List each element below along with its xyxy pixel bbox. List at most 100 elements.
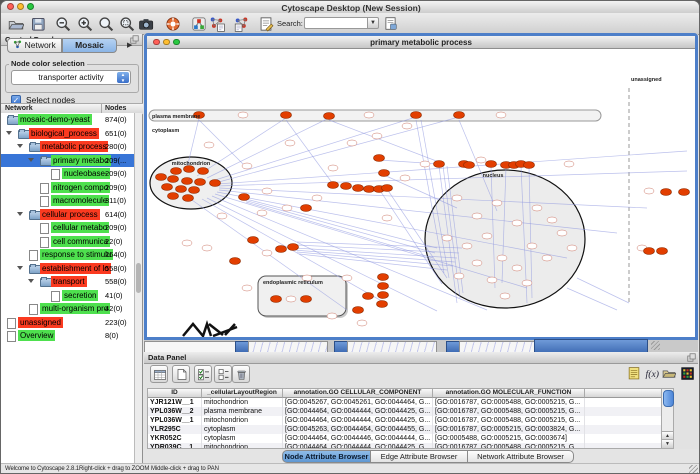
network-node[interactable] (420, 161, 430, 167)
tree-row[interactable]: establishment of lo558(0) (1, 262, 134, 276)
notes-icon[interactable] (626, 365, 642, 381)
table-row[interactable]: YPL036W__1mitochondrion[GO:0044464, GO:0… (148, 416, 661, 425)
network-node[interactable] (400, 175, 410, 181)
table-cell[interactable]: YKR052C (148, 434, 202, 443)
network-node-selected[interactable] (210, 180, 221, 187)
network-node[interactable] (202, 245, 212, 251)
tree-row[interactable]: metabolic process280(0) (1, 140, 134, 154)
network-node-selected[interactable] (328, 182, 339, 189)
tree-scrollbar[interactable] (134, 113, 142, 474)
column-header[interactable]: _cellularLayoutRegion (202, 389, 283, 398)
network-node-selected[interactable] (198, 168, 209, 175)
attribute-matrix-icon[interactable] (679, 365, 695, 381)
table-cell[interactable]: mitochondrion (202, 443, 283, 449)
view-resize-grip[interactable] (651, 341, 660, 350)
network-node-selected[interactable] (281, 112, 292, 119)
network-node-selected[interactable] (176, 186, 187, 193)
network-node-selected[interactable] (248, 237, 259, 244)
network-node[interactable] (347, 140, 357, 146)
table-cell[interactable]: plasma membrane (202, 407, 283, 416)
network-node[interactable] (454, 273, 464, 279)
tree-row-label[interactable]: multi-organism pro (40, 303, 110, 314)
table-cell[interactable]: [GO:0016787, GO:0005488, GO:0005215, G..… (433, 407, 585, 416)
create-attribute-icon[interactable] (172, 365, 190, 383)
network-node-selected[interactable] (288, 244, 299, 251)
table-cell[interactable]: cytoplasm (202, 434, 283, 443)
network-node[interactable] (257, 210, 267, 216)
network-node-selected[interactable] (171, 168, 182, 175)
tree-row-label[interactable]: Overview (18, 330, 55, 341)
tree-row[interactable]: nucleobase-209(0) (1, 167, 134, 181)
network-node-selected[interactable] (434, 161, 445, 168)
network-node-selected[interactable] (378, 274, 389, 281)
table-scrollbar-thumb[interactable] (663, 390, 674, 407)
tree-row-label[interactable]: macromolecule (51, 195, 109, 206)
tree-row[interactable]: biological_process651(0) (1, 127, 134, 141)
network-node[interactable] (522, 280, 532, 286)
network-node[interactable] (472, 213, 482, 219)
network-node[interactable] (492, 200, 502, 206)
table-cell[interactable]: mitochondrion (202, 398, 283, 407)
table-cell[interactable]: YLR295C (148, 425, 202, 434)
table-cell[interactable]: YDR039C__1 (148, 443, 202, 449)
tree-row-label[interactable]: metabolic process (40, 141, 108, 152)
disclosure-triangle-icon[interactable] (28, 279, 34, 283)
tree-row-label[interactable]: cellular process (40, 209, 100, 220)
network-node[interactable] (204, 142, 214, 148)
tab-node-attribute-browser[interactable]: Node Attribute Browser (282, 450, 371, 463)
tree-row[interactable]: cellular process614(0) (1, 208, 134, 222)
save-session-icon[interactable] (29, 15, 46, 32)
tree-row-label[interactable]: primary metabo (51, 155, 111, 166)
network-node-selected[interactable] (364, 186, 375, 193)
zoom-out-icon[interactable] (54, 15, 71, 32)
network-node[interactable] (402, 123, 412, 129)
network-node[interactable] (442, 235, 452, 241)
network-node-selected[interactable] (301, 296, 312, 303)
network-node[interactable] (564, 161, 574, 167)
network-node-selected[interactable] (183, 195, 194, 202)
tree-row-label[interactable]: cellular metabo (51, 222, 109, 233)
table-cell[interactable]: [GO:0045267, GO:0045261, GO:0044464, G..… (283, 398, 433, 407)
table-cell[interactable]: [GO:0016787, GO:0005488, GO:0005215, G..… (433, 443, 585, 449)
tree-row[interactable]: cell communica22(0) (1, 235, 134, 249)
tree-scrollbar-thumb[interactable] (136, 263, 141, 293)
network-node[interactable] (497, 255, 507, 261)
delete-attribute-icon[interactable] (232, 365, 250, 383)
import-network-icon[interactable] (382, 15, 399, 32)
network-canvas[interactable]: plasma membranecytoplasmmitochondrionnuc… (147, 48, 695, 337)
disclosure-triangle-icon[interactable] (28, 158, 34, 162)
tab-network-attribute-browser[interactable]: Network Attribute Browser (467, 450, 574, 463)
tree-row[interactable]: cellular metabo209(0) (1, 221, 134, 235)
tree-row-label[interactable]: cell communica (51, 236, 110, 247)
layout-network-icon[interactable] (208, 15, 225, 32)
network-node-selected[interactable] (644, 248, 655, 255)
tree-row[interactable]: primary metabo209(... (1, 154, 134, 168)
network-node[interactable] (542, 255, 552, 261)
node-color-dropdown[interactable]: transporter activity ▲▼ (11, 70, 131, 85)
network-node[interactable] (262, 188, 272, 194)
network-node[interactable] (242, 285, 252, 291)
table-cell[interactable]: [GO:0016787, GO:0005488, GO:0005215, G..… (433, 416, 585, 425)
network-node[interactable] (262, 250, 272, 256)
network-node-selected[interactable] (378, 292, 389, 299)
tree-row[interactable]: transport558(0) (1, 275, 134, 289)
network-node[interactable] (547, 217, 557, 223)
float-panel-icon[interactable] (687, 353, 696, 365)
zoom-fit-icon[interactable] (97, 15, 114, 32)
disclosure-triangle-icon[interactable] (17, 212, 23, 216)
import-attributes-icon[interactable] (661, 365, 677, 381)
table-cell[interactable]: cytoplasm (202, 425, 283, 434)
network-node[interactable] (217, 213, 227, 219)
network-node-selected[interactable] (382, 185, 393, 192)
tree-row-label[interactable]: secretion (62, 290, 98, 301)
table-cell[interactable]: [GO:0045263, GO:0044464, GO:0044455, G..… (283, 425, 433, 434)
tree-col-network[interactable]: Network (5, 104, 33, 113)
network-node[interactable] (500, 293, 510, 299)
network-node-selected[interactable] (464, 162, 475, 169)
network-node-selected[interactable] (276, 246, 287, 253)
network-node[interactable] (487, 277, 497, 283)
network-node[interactable] (482, 233, 492, 239)
table-cell[interactable]: [GO:0016787, GO:0005215, GO:0003824, G..… (433, 425, 585, 434)
tree-row[interactable]: response to stimulu264(0) (1, 248, 134, 262)
tab-overflow-arrow[interactable]: ▶ (127, 41, 132, 49)
